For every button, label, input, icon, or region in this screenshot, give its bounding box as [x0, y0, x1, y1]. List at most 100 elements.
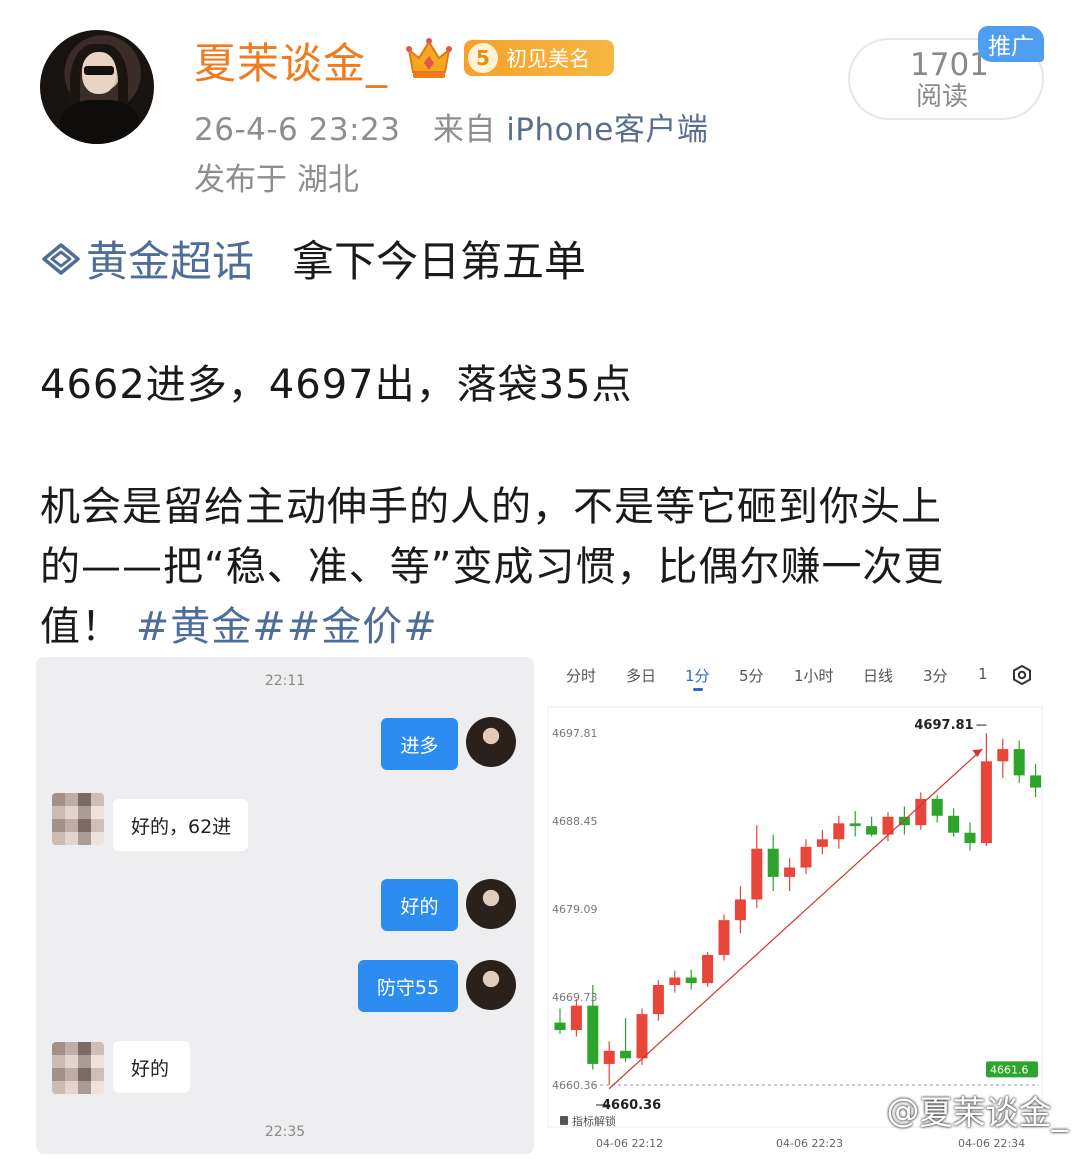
- candle-body: [1030, 775, 1042, 788]
- kline-tab[interactable]: 3分: [923, 665, 948, 686]
- chat-time-bottom: 22:35: [264, 1124, 306, 1140]
- candle-body: [931, 798, 943, 816]
- candle-body: [718, 920, 730, 955]
- candle-body: [685, 977, 697, 984]
- kline-screenshot[interactable]: 分时 多日 1分 5分 1小时 日线 3分 1 4697.81 4688.45 …: [544, 657, 1052, 1154]
- candle-body: [652, 984, 664, 1015]
- y-axis-label: 4697.81: [552, 727, 598, 740]
- candle-body: [866, 826, 878, 835]
- diamond-icon: [42, 242, 80, 275]
- chat-bubble-right: 防守55: [358, 960, 458, 1012]
- lock-icon: [560, 1116, 568, 1125]
- topic-link[interactable]: 黄金超话: [40, 228, 254, 289]
- watermark-username: 夏茉谈金_: [919, 1093, 1069, 1132]
- candle-body: [980, 761, 992, 844]
- crown-icon[interactable]: [405, 36, 453, 80]
- trend-arrow-line: [608, 748, 983, 1090]
- source-prefix: 来自: [432, 112, 496, 148]
- candle-body: [849, 823, 861, 827]
- trade-line: 4662进多，4697出，落袋35点: [40, 362, 633, 408]
- kline-tab[interactable]: 多日: [626, 665, 656, 686]
- y-axis-label: 4660.36: [552, 1079, 598, 1092]
- chat-avatar-self: [466, 960, 516, 1010]
- y-axis-label: 4688.45: [552, 815, 598, 828]
- post-time: 26-4-6 23:23: [194, 112, 401, 148]
- chat-bubble-right: 进多: [381, 718, 458, 770]
- read-count: 1701: [910, 47, 989, 83]
- topic-row: 黄金超话 拿下今日第五单: [40, 228, 586, 289]
- chat-bubble-right: 好的: [381, 879, 458, 931]
- source-client-link[interactable]: iPhone客户端: [506, 112, 708, 148]
- chat-avatar-self: [466, 717, 516, 767]
- candle-body: [702, 954, 714, 984]
- candle-body: [948, 815, 960, 833]
- candle-body: [734, 899, 746, 921]
- chat-bubble-left: 好的: [113, 1041, 190, 1093]
- chart-frame: [547, 706, 1043, 1128]
- kline-tab-active[interactable]: 1分: [685, 665, 710, 686]
- body-line-3-text: 值！: [40, 604, 122, 650]
- candle-body: [833, 823, 845, 840]
- chat-screenshot[interactable]: 22:11 进多 好的，62进 好的 防守55 好的 22:35: [36, 657, 534, 1154]
- kline-tab[interactable]: 分时: [566, 665, 596, 686]
- chat-avatar-other: [52, 1042, 104, 1094]
- candle-body: [636, 1014, 648, 1059]
- indicator-unlock-label[interactable]: 指标解锁: [572, 1114, 616, 1128]
- x-axis-label: 04-06 22:23: [776, 1137, 843, 1150]
- read-label: 阅读: [916, 82, 969, 112]
- active-tab-underline: [693, 688, 703, 691]
- chat-avatar-self: [466, 879, 516, 929]
- kline-tab[interactable]: 日线: [863, 665, 893, 686]
- candle-body: [554, 1022, 566, 1031]
- candle-body: [620, 1050, 632, 1059]
- candle-body: [784, 867, 796, 877]
- candle-body: [587, 1005, 599, 1064]
- candle-body: [751, 848, 763, 900]
- candle-body: [570, 1005, 582, 1031]
- hashtag-links[interactable]: #黄金##金价#: [136, 604, 438, 650]
- avatar-body: [60, 100, 140, 144]
- candle-body: [997, 749, 1009, 762]
- topic-label: 黄金超话: [86, 237, 255, 286]
- username[interactable]: 夏茉谈金_: [194, 30, 388, 91]
- body-line-1: 机会是留给主动伸手的人的，不是等它砸到你头上: [40, 484, 942, 530]
- candle-body: [964, 832, 976, 844]
- vip-label: 初见美名: [506, 47, 590, 71]
- candle-body: [800, 846, 812, 868]
- kline-tab[interactable]: 1: [978, 665, 988, 683]
- settings-icon[interactable]: [1012, 665, 1032, 685]
- body-line-3: 值！ #黄金##金价#: [40, 594, 438, 652]
- x-axis-label: 04-06 22:12: [596, 1137, 663, 1150]
- kline-tab-bar: 分时 多日 1分 5分 1小时 日线 3分 1: [544, 657, 1052, 697]
- vip-level: 5: [468, 43, 498, 73]
- candle-body: [669, 977, 681, 985]
- chat-avatar-other: [52, 793, 104, 845]
- chat-bubble-left: 好的，62进: [113, 799, 248, 851]
- chat-time-top: 22:11: [264, 673, 306, 689]
- kline-tab[interactable]: 5分: [739, 665, 764, 686]
- x-axis-label: 04-06 22:34: [958, 1137, 1025, 1150]
- candle-body: [603, 1050, 615, 1064]
- low-price-label: 4660.36: [602, 1098, 661, 1113]
- kline-tab[interactable]: 1小时: [794, 665, 834, 686]
- post-location: 发布于 湖北: [194, 162, 359, 198]
- watermark-text: @: [886, 1090, 920, 1130]
- candle-body: [915, 798, 927, 826]
- weibo-logo-icon: [850, 1097, 880, 1124]
- weibo-watermark: @ 夏茉谈金_: [849, 1086, 1069, 1134]
- y-axis-label: 4679.09: [552, 903, 598, 916]
- promo-tag[interactable]: 推广: [978, 26, 1044, 62]
- y-axis-label: 4669.73: [552, 991, 598, 1004]
- vip-badge[interactable]: 5 初见美名: [464, 40, 614, 76]
- body-line-2: 的——把“稳、准、等”变成习惯，比偶尔赚一次更: [40, 544, 945, 590]
- post-title: 拿下今日第五单: [292, 237, 587, 286]
- avatar-glasses: [84, 66, 114, 75]
- high-price-label: 4697.81: [914, 718, 973, 733]
- candle-body: [1013, 749, 1025, 776]
- avatar[interactable]: [40, 30, 154, 144]
- last-price-tag: 4661.6: [990, 1063, 1029, 1076]
- trend-arrow-head: [972, 749, 983, 758]
- post-meta: 26-4-6 23:23 来自 iPhone客户端: [194, 104, 708, 149]
- candle-body: [816, 839, 828, 847]
- candle-body: [767, 848, 779, 877]
